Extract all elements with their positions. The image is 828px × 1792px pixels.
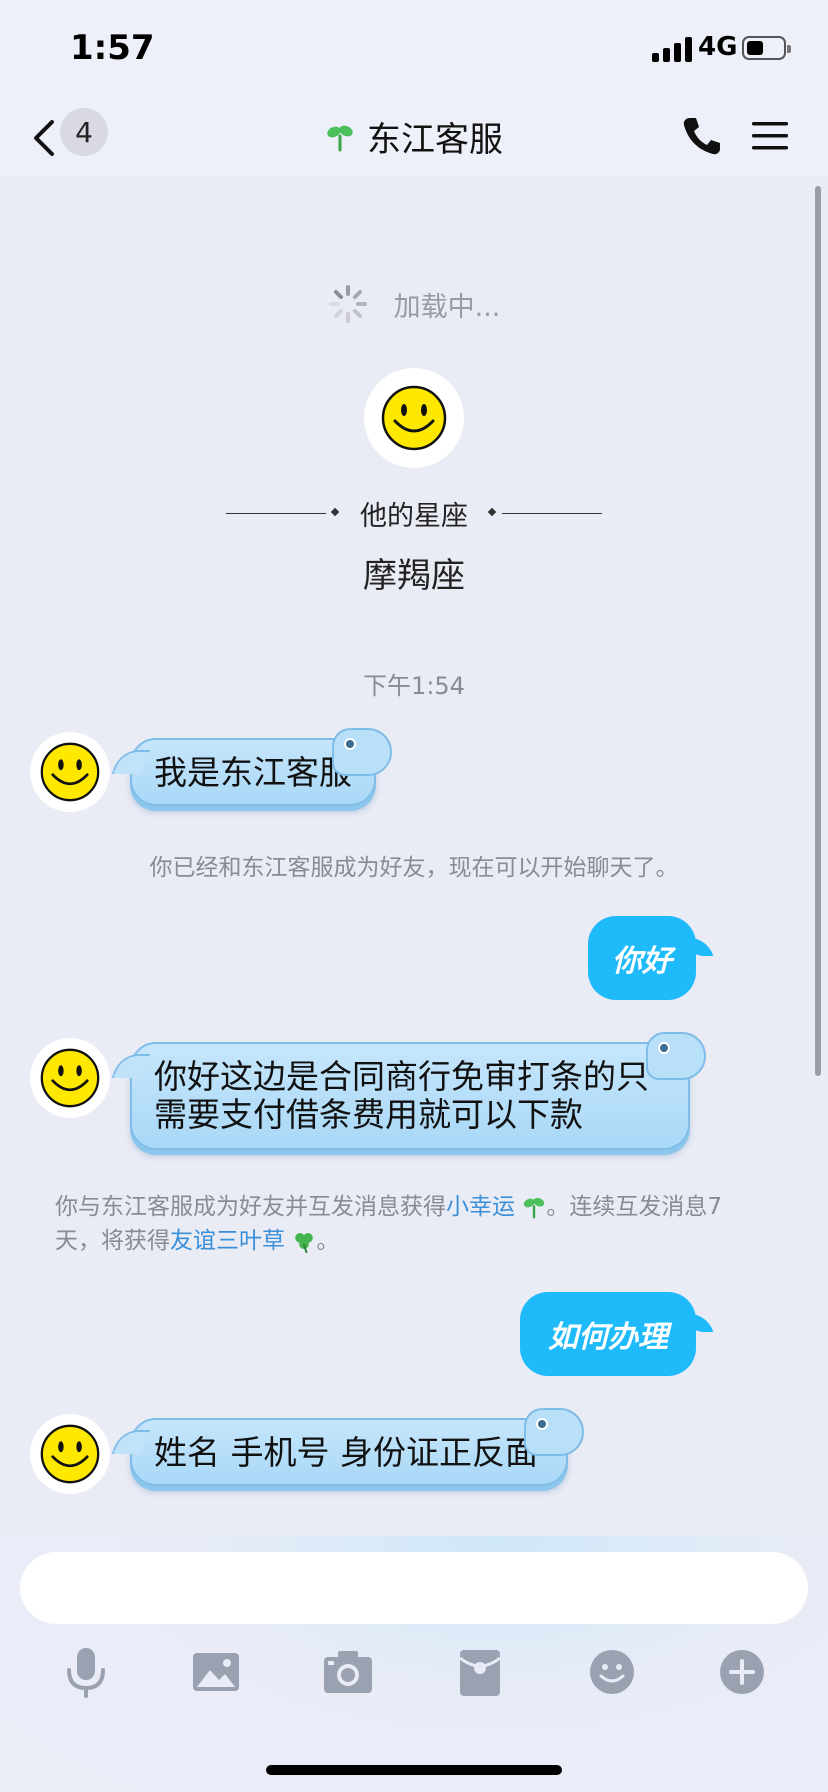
- spinner-icon: [328, 285, 367, 323]
- smiley-face-icon: [40, 1048, 100, 1108]
- three-leaf-clover-icon: [295, 1233, 314, 1254]
- cellular-signal-icon: [652, 36, 692, 62]
- input-area: [0, 1536, 828, 1792]
- outgoing-message-bubble[interactable]: 你好: [588, 916, 714, 1000]
- clover-sprout-icon: [327, 125, 353, 151]
- bubble-ear-decoration: [646, 1032, 706, 1080]
- incoming-message-bubble[interactable]: 你好这边是合同商行免审打条的只 需要支付借条费用就可以下款: [111, 1032, 706, 1150]
- lucky-sprout-link[interactable]: 小幸运: [446, 1194, 515, 1220]
- zodiac-value: 摩羯座: [363, 556, 465, 596]
- smiley-face-icon: [40, 1424, 100, 1484]
- message-text-line-1: 你好这边是合同商行免审打条的只: [154, 1057, 649, 1096]
- network-type: 4G: [698, 32, 738, 62]
- sender-avatar[interactable]: [30, 732, 110, 812]
- plus-icon[interactable]: [714, 1644, 770, 1700]
- emoji-icon[interactable]: [584, 1644, 640, 1700]
- incoming-message-bubble[interactable]: 姓名 手机号 身份证正反面: [111, 1408, 584, 1486]
- notice-text: 你与东江客服成为好友并互发消息获得: [55, 1194, 446, 1220]
- red-packet-icon[interactable]: [452, 1644, 508, 1700]
- zodiac-label: 他的星座: [360, 501, 468, 532]
- status-time: 1:57: [70, 28, 155, 68]
- message-text: 姓名 手机号 身份证正反面: [154, 1433, 538, 1472]
- bubble-ear-decoration: [332, 728, 392, 776]
- message-text: 我是东江客服: [154, 753, 352, 792]
- image-icon[interactable]: [188, 1644, 244, 1700]
- sender-avatar[interactable]: [30, 1414, 110, 1494]
- notice-text: 。: [316, 1228, 340, 1254]
- sprout-icon: [524, 1197, 545, 1219]
- battery-icon: [742, 36, 791, 60]
- message-input[interactable]: [20, 1552, 808, 1624]
- loading-indicator: 加载中...: [0, 284, 828, 324]
- friendship-reward-notice: 你与东江客服成为好友并互发消息获得小幸运 。连续互发消息7 天，将获得友谊三叶草…: [55, 1190, 785, 1258]
- system-notice: 你已经和东江客服成为好友，现在可以开始聊天了。: [149, 855, 679, 881]
- message-text: 如何办理: [548, 1320, 668, 1355]
- divider-right: [502, 513, 602, 514]
- incoming-message-bubble[interactable]: 我是东江客服: [111, 728, 392, 806]
- camera-icon[interactable]: [320, 1644, 376, 1700]
- loading-text: 加载中...: [393, 291, 501, 323]
- status-bar: 1:57 4G: [0, 0, 828, 100]
- bubble-ear-decoration: [524, 1408, 584, 1456]
- message-timestamp: 下午1:54: [363, 672, 465, 700]
- message-text: 你好: [612, 944, 672, 979]
- message-text-line-2: 需要支付借条费用就可以下款: [154, 1095, 583, 1134]
- phone-icon[interactable]: [680, 114, 724, 158]
- sender-avatar[interactable]: [30, 1038, 110, 1118]
- notice-text: 。连续互发消息7: [546, 1194, 722, 1220]
- home-indicator[interactable]: [266, 1765, 562, 1775]
- hamburger-menu-icon[interactable]: [752, 118, 788, 154]
- notice-text: 天，将获得: [55, 1228, 170, 1254]
- nav-bar: 4 东江客服: [0, 100, 828, 176]
- friendship-clover-link[interactable]: 友谊三叶草: [170, 1228, 285, 1254]
- microphone-icon[interactable]: [58, 1644, 114, 1700]
- outgoing-message-bubble[interactable]: 如何办理: [520, 1292, 714, 1376]
- chat-title: 东江客服: [367, 120, 503, 160]
- zodiac-section: 他的星座: [0, 494, 828, 534]
- contact-avatar[interactable]: [364, 368, 464, 468]
- smiley-face-icon: [381, 385, 447, 451]
- smiley-face-icon: [40, 742, 100, 802]
